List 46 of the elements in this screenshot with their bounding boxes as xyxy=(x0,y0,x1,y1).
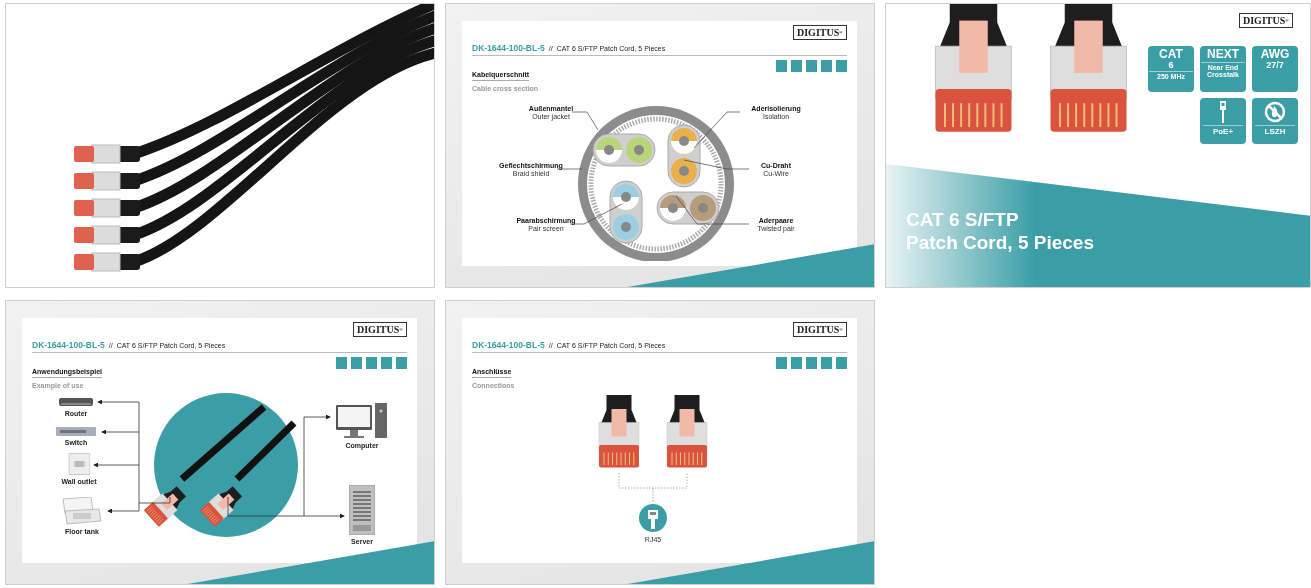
spec-badge-icon xyxy=(776,59,787,72)
server-icon xyxy=(349,485,375,536)
spec-badge-icon xyxy=(776,356,787,369)
no-flame-icon xyxy=(1264,100,1286,124)
leader-line xyxy=(683,159,750,170)
spec-badge-icon xyxy=(381,356,392,369)
title-line: CAT 6 S/FTP xyxy=(906,209,1020,232)
badge-value: 6 xyxy=(1168,60,1174,71)
connector-line xyxy=(618,472,688,504)
badge-title: CAT xyxy=(1159,48,1183,61)
spec-badge-icon xyxy=(836,356,847,369)
leader-line xyxy=(571,111,599,131)
switch-icon xyxy=(56,427,96,437)
spec-badge-icon xyxy=(821,59,832,72)
spec-badge-icon xyxy=(821,356,832,369)
brand-logo: DIGITUS$^{®}$ xyxy=(1239,13,1293,28)
spec-badge-icon xyxy=(336,356,347,369)
spec-badge-icon xyxy=(791,356,802,369)
title-line: Patch Cord, 5 Pieces xyxy=(906,231,1094,255)
spec-badge-icon xyxy=(806,356,817,369)
spec-badge-icon xyxy=(791,59,802,72)
badge-caption: LSZH xyxy=(1255,125,1295,138)
spec-badge-icon xyxy=(836,59,847,72)
computer-icon xyxy=(336,403,388,440)
floor-box-icon xyxy=(61,497,103,526)
product-code: DK-1644-100-BL-5 xyxy=(32,339,105,352)
brand-logo: DIGITUS$^{®}$ xyxy=(793,322,847,337)
leader-line xyxy=(693,111,741,149)
spec-badge-icon xyxy=(396,356,407,369)
product-code: DK-1644-100-BL-5 xyxy=(472,339,545,352)
brand-logo: DIGITUS$^{®}$ xyxy=(793,25,847,40)
badge-title: AWG xyxy=(1260,48,1290,61)
cable-plug-drawing xyxy=(199,486,243,528)
cable-plug-drawing xyxy=(143,486,187,528)
product-code: DK-1644-100-BL-5 xyxy=(472,42,545,55)
rj45-plug-icon xyxy=(639,504,667,533)
spec-badge-icon xyxy=(806,59,817,72)
brand-logo: DIGITUS$^{®}$ xyxy=(353,322,407,337)
router-icon xyxy=(59,397,93,408)
spec-badge-icon xyxy=(351,356,362,369)
leader-line xyxy=(556,168,583,170)
wall-outlet-icon xyxy=(68,453,90,476)
badge-value: 27/7 xyxy=(1266,60,1284,71)
badge-caption: PoE+ xyxy=(1203,125,1243,138)
spec-badge-icon xyxy=(366,356,377,369)
badge-title: NEXT xyxy=(1207,48,1239,61)
